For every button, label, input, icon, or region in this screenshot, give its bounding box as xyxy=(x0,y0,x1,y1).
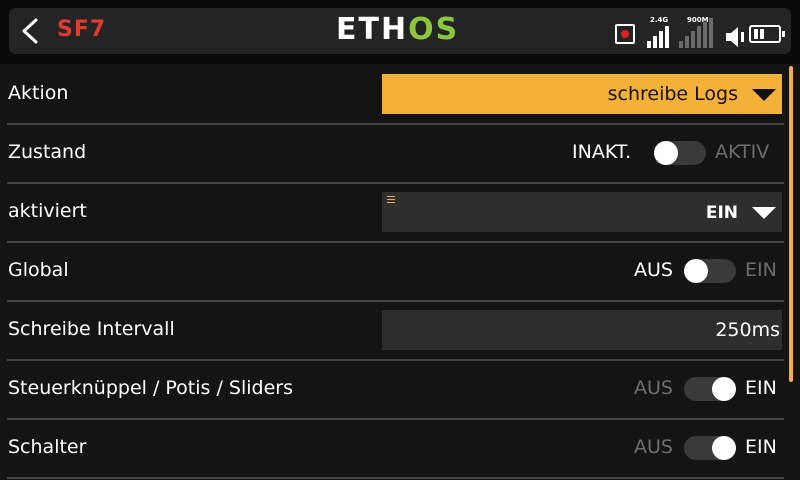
row-steuerknueppel: Steuerknüppel / Potis / Sliders AUS EIN xyxy=(7,361,784,420)
chevron-left-icon xyxy=(22,18,38,44)
dropdown-value: schreibe Logs xyxy=(607,83,738,105)
row-aktion: Aktion schreibe Logs xyxy=(7,66,784,125)
top-bar: SF7 ETHOS 2.4G 900M xyxy=(0,0,800,64)
triangle-down-icon xyxy=(752,207,776,219)
zustand-toggle[interactable] xyxy=(654,141,706,165)
global-toggle-group: AUS EIN xyxy=(634,257,782,285)
toggle-off-label: AUS xyxy=(634,259,673,281)
battery-icon xyxy=(749,25,785,43)
toggle-on-label: EIN xyxy=(745,436,777,458)
row-schalter: Schalter AUS EIN xyxy=(7,420,784,479)
row-label: Aktion xyxy=(8,82,69,104)
intervall-value-field[interactable]: 250ms xyxy=(382,310,782,350)
record-icon xyxy=(615,24,635,44)
row-label: aktiviert xyxy=(8,200,87,222)
row-label: Zustand xyxy=(8,141,87,163)
row-zustand: Zustand INAKT. AKTIV xyxy=(7,125,784,184)
scrollbar[interactable] xyxy=(789,66,793,382)
sticks-toggle-group: AUS EIN xyxy=(634,375,782,403)
zustand-toggle-group: INAKT. AKTIV xyxy=(572,139,782,167)
schalter-toggle-group: AUS EIN xyxy=(634,434,782,462)
toggle-knob xyxy=(712,377,736,401)
row-label: Schalter xyxy=(8,436,87,458)
toggle-off-label: INAKT. xyxy=(572,141,632,163)
speaker-icon xyxy=(726,27,744,47)
toggle-on-label: EIN xyxy=(745,377,777,399)
brand-logo-part1: ETH xyxy=(336,12,409,47)
toggle-knob xyxy=(684,259,708,283)
toggle-knob xyxy=(712,436,736,460)
row-schreibe-intervall: Schreibe Intervall 250ms xyxy=(7,302,784,361)
field-value: 250ms xyxy=(715,319,780,341)
menu-lines-icon xyxy=(387,196,395,203)
signal-2-4g-icon: 2.4G xyxy=(647,16,677,48)
aktion-dropdown[interactable]: schreibe Logs xyxy=(382,74,782,114)
row-aktiviert: aktiviert EIN xyxy=(7,184,784,243)
signal-900m-icon: 900M xyxy=(679,16,719,48)
header-panel: SF7 ETHOS 2.4G 900M xyxy=(9,8,791,54)
page-id: SF7 xyxy=(57,17,107,42)
row-label: Global xyxy=(8,259,69,281)
back-button[interactable] xyxy=(9,8,51,54)
row-global: Global AUS EIN xyxy=(7,243,784,302)
signal-2-4g-label: 2.4G xyxy=(650,16,669,24)
brand-logo-part2: OS xyxy=(408,12,460,47)
sticks-toggle[interactable] xyxy=(684,377,736,401)
toggle-on-label: EIN xyxy=(745,259,777,281)
toggle-off-label: AUS xyxy=(634,377,673,399)
triangle-down-icon xyxy=(752,89,776,101)
dropdown-value: EIN xyxy=(705,203,738,223)
row-label: Schreibe Intervall xyxy=(8,318,175,340)
toggle-knob xyxy=(654,141,678,165)
toggle-off-label: AUS xyxy=(634,436,673,458)
settings-list: Aktion schreibe Logs Zustand INAKT. AKTI… xyxy=(0,66,788,479)
toggle-on-label: AKTIV xyxy=(715,141,770,163)
global-toggle[interactable] xyxy=(684,259,736,283)
aktiviert-dropdown[interactable]: EIN xyxy=(382,192,782,232)
row-label: Steuerknüppel / Potis / Sliders xyxy=(8,377,293,399)
schalter-toggle[interactable] xyxy=(684,436,736,460)
brand-logo: ETHOS xyxy=(336,12,459,47)
status-icons: 2.4G 900M xyxy=(613,14,787,50)
